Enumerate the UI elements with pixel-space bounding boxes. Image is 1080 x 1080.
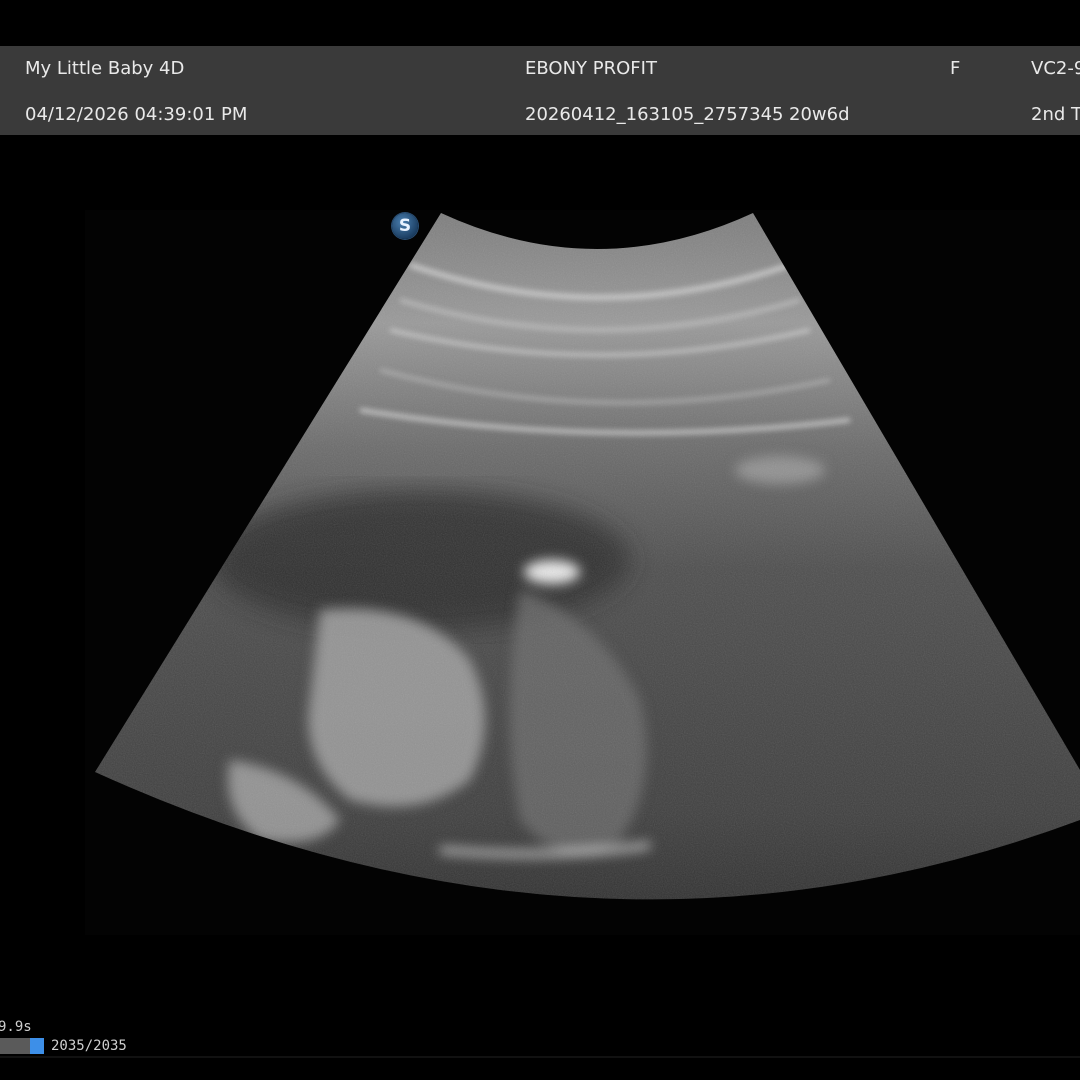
cine-progress-thumb[interactable]: [30, 1038, 44, 1054]
cine-progress-track[interactable]: [0, 1038, 30, 1054]
bottom-divider: [0, 1056, 1080, 1058]
cine-frame-counter: 2035/2035: [51, 1038, 127, 1054]
ultrasound-sector: [95, 213, 1080, 900]
ultrasound-image: [95, 213, 1080, 900]
s-logo-icon: S: [392, 213, 418, 239]
cine-elapsed-time: 9.9s: [0, 1019, 32, 1035]
